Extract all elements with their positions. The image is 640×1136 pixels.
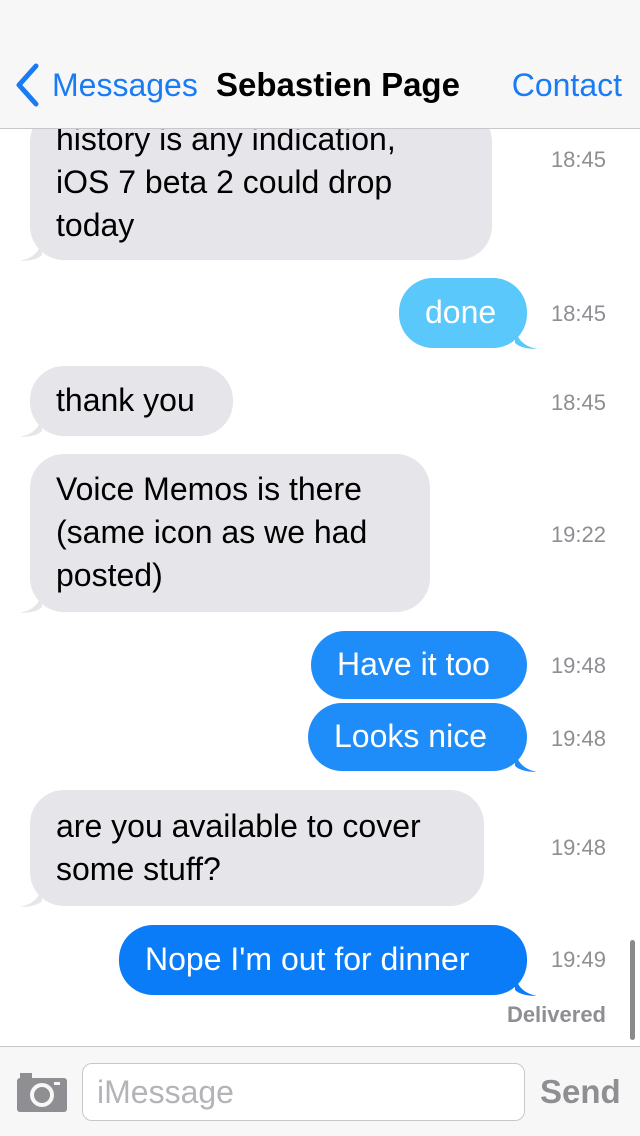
chevron-left-icon <box>16 63 39 107</box>
bubble-tail-icon <box>20 885 42 907</box>
message-bubble-outgoing[interactable]: done <box>399 278 537 349</box>
contact-button[interactable]: Contact <box>512 62 622 108</box>
camera-icon <box>17 1073 67 1112</box>
bubble-tail-icon <box>20 591 42 613</box>
bubble-tail-icon <box>515 327 537 349</box>
message-line: done <box>425 294 497 330</box>
send-button[interactable]: Send <box>540 1069 621 1115</box>
message-bubble-incoming[interactable]: thank you <box>20 366 233 437</box>
message-line: Have it too <box>337 646 490 682</box>
bubble-tail-icon <box>515 750 537 772</box>
message-timestamp: 18:45 <box>550 301 606 326</box>
message-bubble-outgoing[interactable]: Nope I'm out for dinner <box>119 925 537 996</box>
message-input[interactable] <box>82 1063 525 1121</box>
message-timestamp: 19:22 <box>550 522 606 547</box>
nav-bar: Messages Sebastien Page Contact <box>0 0 640 129</box>
scroll-indicator[interactable] <box>630 940 635 1040</box>
message-bubble-incoming[interactable]: history is any indication, iOS 7 beta 2 … <box>20 108 492 261</box>
message-line: thank you <box>56 382 195 418</box>
message-line: (same icon as we had <box>56 514 368 550</box>
messages-screen: history is any indication, iOS 7 beta 2 … <box>0 0 640 1136</box>
message-line: some stuff? <box>56 851 221 887</box>
message-timestamp: 18:45 <box>550 390 606 415</box>
conversation-title: Sebastien Page <box>216 66 460 103</box>
message-timestamp: 19:49 <box>550 947 606 972</box>
message-line: Looks nice <box>334 718 487 754</box>
bubble-tail-icon <box>515 974 537 996</box>
message-bubble-incoming[interactable]: are you available to cover some stuff? <box>20 790 484 907</box>
message-timestamp: 19:48 <box>550 726 606 751</box>
message-bubble-incoming[interactable]: Voice Memos is there (same icon as we ha… <box>20 454 430 613</box>
message-timestamp: 19:48 <box>550 835 606 860</box>
back-button[interactable]: Messages <box>14 62 198 108</box>
message-timestamp: 18:45 <box>550 147 606 172</box>
message-timestamp: 19:48 <box>550 653 606 678</box>
message-bubble-outgoing[interactable]: Have it too <box>311 631 527 699</box>
back-button-label: Messages <box>52 66 198 103</box>
delivered-status: Delivered <box>506 1002 606 1027</box>
message-line: are you available to cover <box>56 808 421 844</box>
message-line: iOS 7 beta 2 could drop <box>56 164 393 200</box>
message-line: today <box>56 207 135 243</box>
message-line: Nope I'm out for dinner <box>145 941 470 977</box>
message-bubble-outgoing[interactable]: Looks nice <box>308 703 537 772</box>
compose-bar: Send <box>0 1046 640 1136</box>
bubble-tail-icon <box>20 415 42 437</box>
bubble-tail-icon <box>20 239 42 261</box>
message-line: Voice Memos is there <box>56 471 362 507</box>
camera-button[interactable] <box>16 1071 68 1113</box>
message-line: posted) <box>56 557 163 593</box>
